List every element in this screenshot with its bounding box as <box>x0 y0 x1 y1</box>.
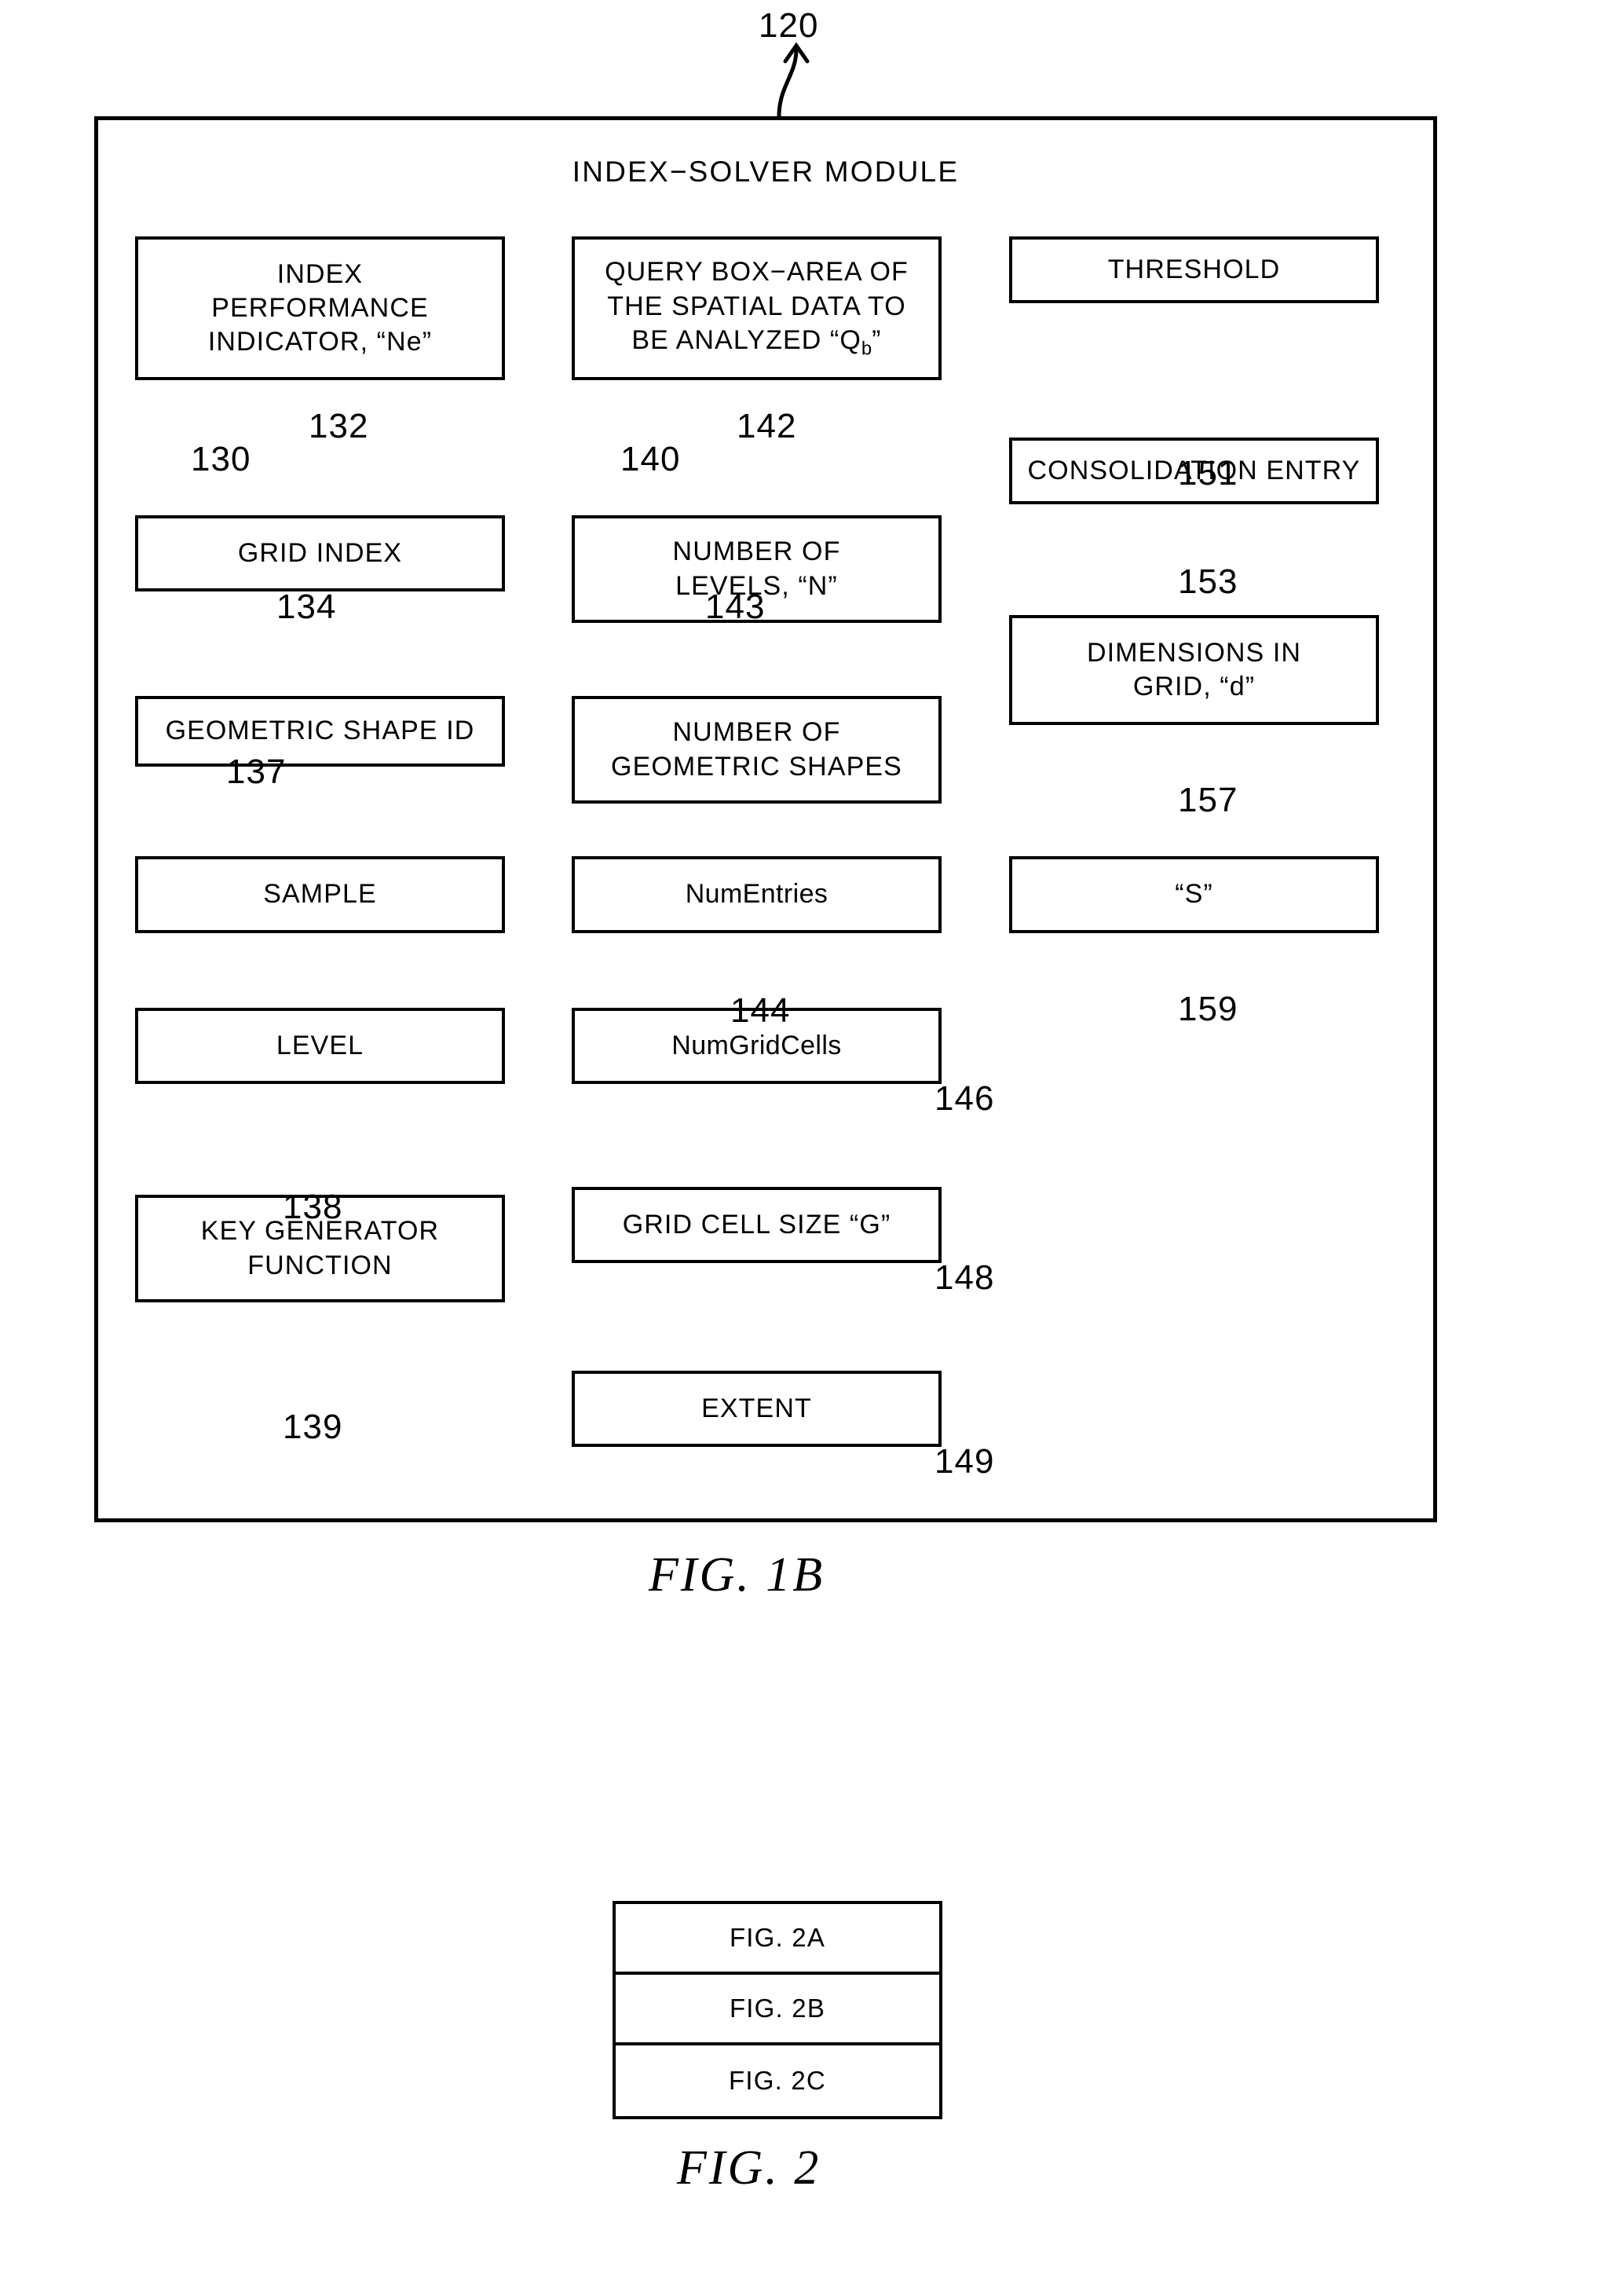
reference-numeral-144: 144 <box>730 991 791 1030</box>
subscript-b: b <box>861 338 872 360</box>
sheet-key-row-2a[interactable]: FIG. 2A <box>616 1904 939 1975</box>
box-threshold[interactable]: THRESHOLD <box>1009 236 1379 303</box>
reference-numeral-143: 143 <box>705 588 766 626</box>
box-s-parameter[interactable]: “S” <box>1009 856 1379 933</box>
reference-numeral-142: 142 <box>737 407 797 445</box>
reference-numeral-140: 140 <box>620 440 681 478</box>
box-grid-cell-size[interactable]: GRID CELL SIZE “G” <box>572 1187 942 1263</box>
box-geometric-shape-id[interactable]: GEOMETRIC SHAPE ID <box>135 696 505 767</box>
reference-numeral-130: 130 <box>191 440 251 478</box>
box-number-of-geometric-shapes[interactable]: NUMBER OF GEOMETRIC SHAPES <box>572 696 942 804</box>
sheet-key-row-2b[interactable]: FIG. 2B <box>616 1975 939 2045</box>
reference-numeral-132: 132 <box>309 407 369 445</box>
box-sample[interactable]: SAMPLE <box>135 856 505 933</box>
box-dimensions-in-grid[interactable]: DIMENSIONS IN GRID, “d” <box>1009 615 1379 725</box>
reference-numeral-146: 146 <box>934 1079 995 1118</box>
reference-numeral-139: 139 <box>283 1408 343 1446</box>
box-index-performance-indicator[interactable]: INDEX PERFORMANCE INDICATOR, “Ne” <box>135 236 505 380</box>
reference-numeral-153: 153 <box>1178 562 1238 601</box>
sheet-key-table: FIG. 2A FIG. 2B FIG. 2C <box>613 1901 942 2119</box>
reference-numeral-137: 137 <box>226 753 287 791</box>
box-level[interactable]: LEVEL <box>135 1008 505 1084</box>
figure-caption-2: FIG. 2 <box>677 2141 821 2195</box>
reference-numeral-138: 138 <box>283 1188 343 1226</box>
box-query-box-area-label: QUERY BOX−AREA OF THE SPATIAL DATA TO BE… <box>605 257 909 360</box>
reference-numeral-149: 149 <box>934 1442 995 1481</box>
reference-numeral-120: 120 <box>759 6 819 45</box>
figure-caption-1b: FIG. 1B <box>649 1548 825 1602</box>
module-title: INDEX−SOLVER MODULE <box>572 156 960 188</box>
box-num-entries[interactable]: NumEntries <box>572 856 942 933</box>
reference-numeral-157: 157 <box>1178 781 1238 819</box>
box-query-box-area[interactable]: QUERY BOX−AREA OF THE SPATIAL DATA TO BE… <box>572 236 942 380</box>
reference-numeral-159: 159 <box>1178 990 1238 1028</box>
reference-numeral-148: 148 <box>934 1258 995 1297</box>
reference-numeral-151: 151 <box>1178 454 1238 493</box>
sheet-key-row-2c[interactable]: FIG. 2C <box>616 2045 939 2116</box>
reference-numeral-134: 134 <box>276 588 337 626</box>
box-grid-index[interactable]: GRID INDEX <box>135 515 505 591</box>
box-extent[interactable]: EXTENT <box>572 1371 942 1447</box>
